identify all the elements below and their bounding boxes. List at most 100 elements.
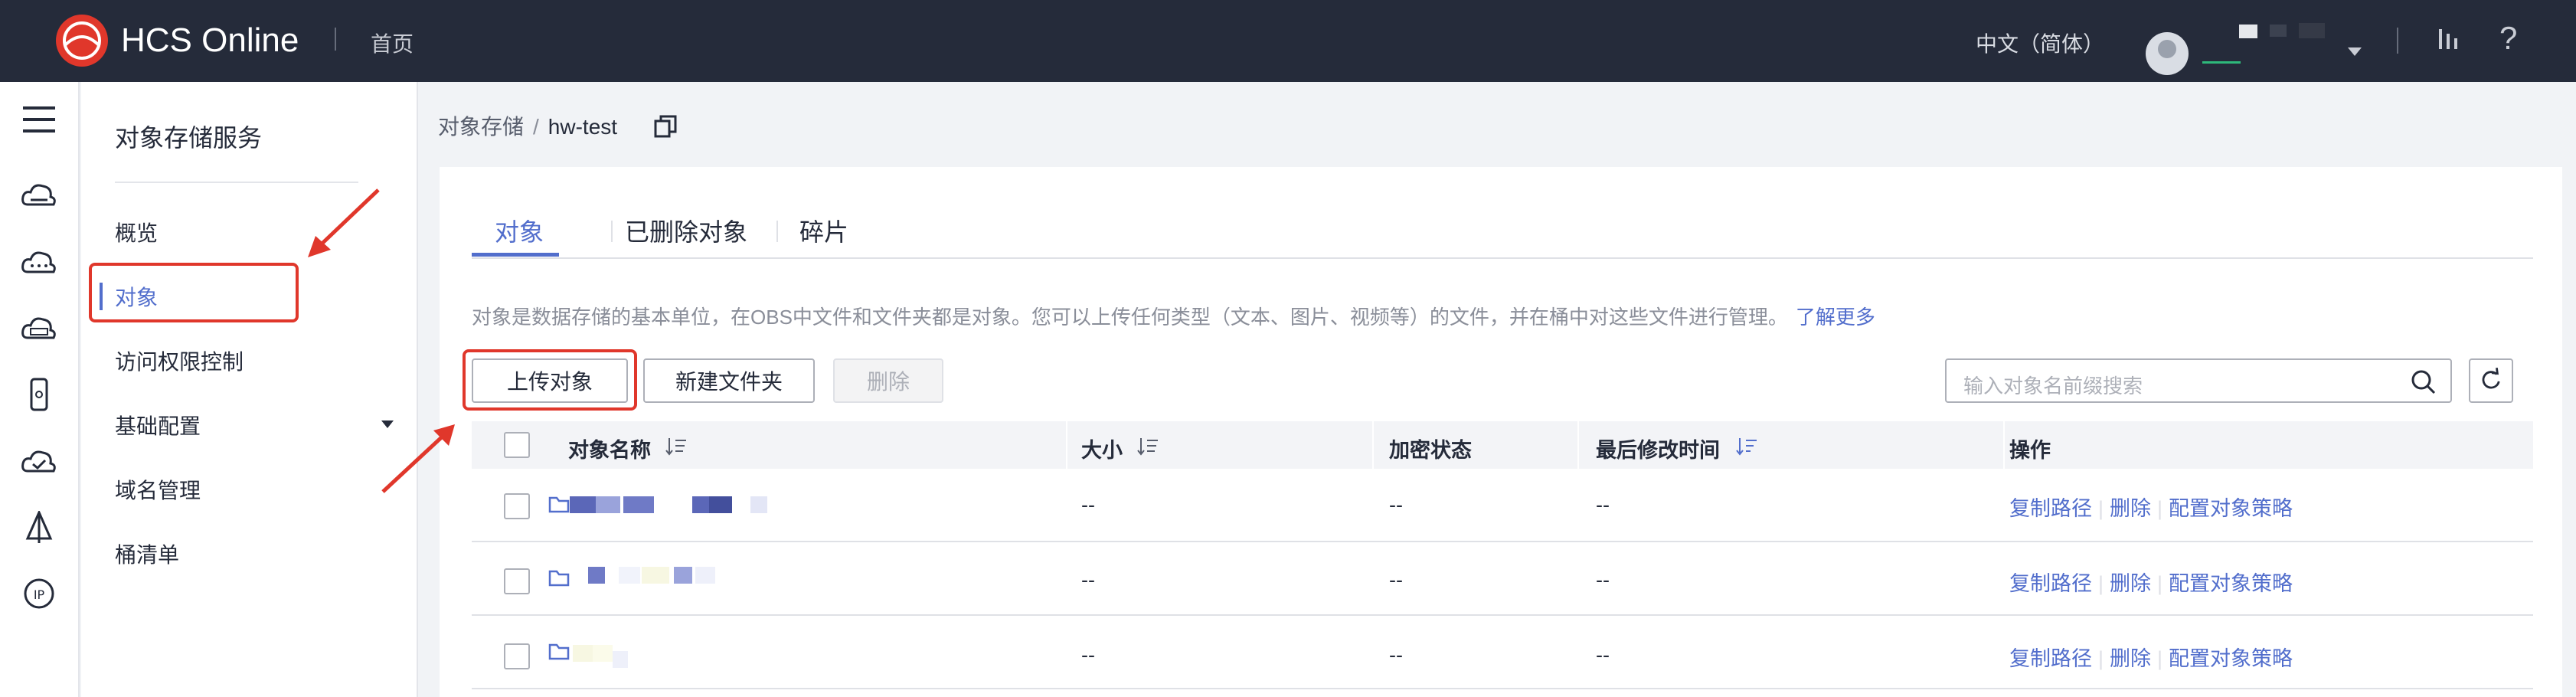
copy-path-link[interactable]: 复制路径 — [2009, 572, 2092, 595]
annotation-arrow-sidebar — [308, 188, 380, 257]
object-name-redacted[interactable] — [573, 645, 634, 668]
sidebar-item-domain-management[interactable]: 域名管理 — [115, 474, 201, 505]
sidebar-item-inventory[interactable]: 桶清单 — [115, 538, 179, 569]
description-text: 对象是数据存储的基本单位，在OBS中文件和文件夹都是对象。您可以上传任何类型（文… — [472, 306, 1788, 329]
header-divider — [335, 28, 336, 51]
action-divider: | — [2098, 572, 2104, 595]
row-actions: 复制路径 | 删除 | 配置对象策略 — [2009, 492, 2293, 522]
annotation-highlight-objects — [89, 263, 299, 322]
tab-objects[interactable]: 对象 — [495, 213, 544, 248]
mobile-device-icon[interactable] — [20, 378, 58, 411]
cell-encryption: -- — [1389, 643, 1403, 666]
action-divider: | — [2098, 647, 2104, 670]
cell-last-modified: -- — [1596, 493, 1610, 516]
select-all-checkbox[interactable] — [504, 432, 530, 458]
column-divider[interactable] — [2003, 421, 2005, 469]
action-divider: | — [2098, 497, 2104, 520]
cell-last-modified: -- — [1596, 643, 1610, 666]
sort-icon[interactable] — [665, 437, 688, 456]
folder-icon — [548, 570, 570, 587]
folder-icon — [548, 496, 570, 513]
annotation-arrow-upload — [381, 424, 455, 493]
brand-name[interactable]: HCS Online — [121, 21, 299, 60]
cell-size: -- — [1081, 643, 1095, 666]
cloud-check-icon[interactable] — [20, 445, 58, 479]
column-last-modified: 最后修改时间 — [1596, 439, 1720, 462]
row-checkbox[interactable] — [504, 568, 530, 594]
object-search-box[interactable]: 输入对象名前缀搜索 — [1945, 358, 2452, 403]
delete-link[interactable]: 删除 — [2110, 647, 2151, 670]
header-divider-right — [2397, 28, 2398, 54]
refresh-icon — [2482, 368, 2500, 389]
action-divider: | — [2157, 647, 2163, 670]
cell-encryption: -- — [1389, 568, 1403, 591]
search-icon[interactable] — [2411, 369, 2437, 395]
row-actions: 复制路径 | 删除 | 配置对象策略 — [2009, 567, 2293, 597]
annotation-highlight-upload — [463, 349, 637, 411]
objects-description: 对象是数据存储的基本单位，在OBS中文件和文件夹都是对象。您可以上传任何类型（文… — [472, 302, 1875, 330]
column-object-name: 对象名称 — [568, 439, 651, 462]
breadcrumb-root[interactable]: 对象存储 — [438, 115, 524, 139]
object-tabs: 对象 已删除对象 碎片 — [472, 213, 2533, 259]
language-switcher[interactable]: 中文（简体） — [1976, 28, 2104, 58]
hcs-logo-icon[interactable] — [54, 12, 110, 69]
row-checkbox[interactable] — [504, 643, 530, 669]
cell-size: -- — [1081, 493, 1095, 516]
sort-icon[interactable] — [1735, 437, 1758, 456]
configure-policy-link[interactable]: 配置对象策略 — [2169, 572, 2293, 595]
bar-chart-icon[interactable] — [2437, 26, 2463, 52]
menu-icon[interactable] — [23, 106, 55, 133]
object-name-redacted[interactable] — [588, 567, 726, 584]
cell-encryption: -- — [1389, 493, 1403, 516]
sort-icon[interactable] — [1136, 437, 1159, 456]
tab-divider — [611, 221, 613, 242]
tab-deleted-objects[interactable]: 已删除对象 — [625, 213, 747, 248]
column-divider[interactable] — [1066, 421, 1067, 469]
sidebar-item-access-control[interactable]: 访问权限控制 — [115, 345, 244, 376]
ip-address-icon[interactable]: IP — [20, 577, 58, 610]
service-title: 对象存储服务 — [115, 124, 263, 152]
folder-icon — [548, 643, 570, 660]
top-navigation-bar: HCS Online 首页 中文（简体） ? — [0, 0, 2576, 82]
learn-more-link[interactable]: 了解更多 — [1796, 306, 1875, 329]
column-actions: 操作 — [2009, 439, 2051, 462]
delete-link[interactable]: 删除 — [2110, 572, 2151, 595]
breadcrumb-current: hw-test — [548, 115, 618, 139]
service-icon-rail: IP — [0, 82, 80, 697]
column-size: 大小 — [1081, 439, 1123, 462]
row-actions: 复制路径 | 删除 | 配置对象策略 — [2009, 642, 2293, 672]
refresh-button[interactable] — [2469, 358, 2513, 403]
sail-icon[interactable] — [20, 511, 58, 545]
help-icon[interactable]: ? — [2499, 20, 2517, 57]
sidebar-item-overview[interactable]: 概览 — [115, 217, 158, 247]
search-input[interactable]: 输入对象名前缀搜索 — [1963, 371, 2143, 399]
breadcrumb: 对象存储 / hw-test — [438, 110, 617, 141]
configure-policy-link[interactable]: 配置对象策略 — [2169, 497, 2293, 520]
object-name-redacted[interactable] — [570, 496, 769, 513]
copy-path-link[interactable]: 复制路径 — [2009, 647, 2092, 670]
cloud-database-icon[interactable] — [20, 312, 58, 345]
tab-fragments[interactable]: 碎片 — [799, 213, 848, 248]
new-folder-button[interactable]: 新建文件夹 — [643, 358, 815, 403]
configure-policy-link[interactable]: 配置对象策略 — [2169, 647, 2293, 670]
delete-link[interactable]: 删除 — [2110, 497, 2151, 520]
delete-button[interactable]: 删除 — [833, 358, 943, 403]
user-avatar[interactable] — [2146, 32, 2189, 75]
action-divider: | — [2157, 497, 2163, 520]
table-row: -- -- -- 复制路径 | 删除 | 配置对象策略 — [472, 616, 2533, 689]
column-divider[interactable] — [1577, 421, 1579, 469]
column-encryption: 加密状态 — [1389, 439, 1472, 462]
user-name-redacted[interactable] — [2202, 23, 2332, 64]
row-checkbox[interactable] — [504, 493, 530, 519]
object-table-header: 对象名称 大小 加密状态 最后修改时间 操作 — [472, 421, 2533, 469]
cloud-storage-icon[interactable] — [20, 178, 58, 212]
home-link[interactable]: 首页 — [371, 28, 414, 58]
cloud-more-icon[interactable] — [20, 246, 58, 280]
copy-icon[interactable] — [652, 113, 678, 139]
copy-path-link[interactable]: 复制路径 — [2009, 497, 2092, 520]
svg-text:IP: IP — [34, 587, 45, 602]
tab-divider — [776, 221, 778, 242]
column-divider[interactable] — [1372, 421, 1374, 469]
sidebar-item-basic-config[interactable]: 基础配置 — [115, 410, 201, 440]
user-menu-caret-icon[interactable] — [2348, 47, 2362, 56]
